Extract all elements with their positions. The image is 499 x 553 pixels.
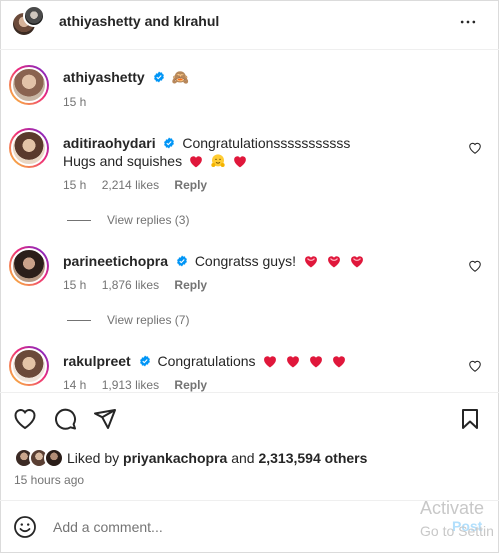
red-heart-emoji-icon: [190, 156, 202, 168]
verified-badge-icon: [176, 255, 187, 267]
activation-watermark-subtitle: Go to Settin: [420, 523, 494, 539]
liked-by-prefix: Liked by: [67, 450, 120, 466]
comment-time[interactable]: 15 h: [63, 178, 86, 192]
reply-button[interactable]: Reply: [174, 178, 207, 192]
activation-watermark-title: Activate: [420, 498, 485, 518]
share-paper-plane-icon[interactable]: [93, 407, 117, 431]
bookmark-icon[interactable]: [458, 407, 482, 431]
verified-badge-icon: [139, 355, 150, 367]
comment-row: parineetichopra Congratss guys! 15 h 1,8…: [0, 246, 499, 336]
liked-by-others[interactable]: 2,313,594 others: [258, 450, 367, 466]
reply-button[interactable]: Reply: [174, 378, 207, 392]
red-heart-emoji-icon: [333, 356, 346, 368]
comment-username[interactable]: rakulpreet: [63, 353, 131, 369]
caption-text: athiyashetty 🙈: [63, 69, 189, 86]
red-heart-emoji-icon: [233, 156, 246, 168]
comment-row: rakulpreet Congratulations 14 h 1,913 li…: [0, 346, 499, 392]
heart-with-ribbon-emoji-icon: [350, 256, 363, 268]
collab-avatar[interactable]: [11, 5, 45, 39]
liked-by-and: and: [231, 450, 255, 466]
like-heart-icon[interactable]: [13, 407, 37, 431]
header-title[interactable]: athiyashetty and klrahul: [59, 13, 219, 29]
view-replies-label: View replies (3): [107, 213, 190, 227]
like-comment-heart-icon[interactable]: [468, 359, 482, 373]
red-heart-emoji-icon: [310, 356, 323, 368]
comment-text-line2: Hugs and squishes: [63, 153, 247, 169]
comment-meta: 15 h 2,214 likes Reply: [63, 178, 219, 192]
comment-text: rakulpreet Congratulations: [63, 353, 347, 369]
avatar[interactable]: [9, 346, 49, 386]
comment-time[interactable]: 15 h: [63, 278, 86, 292]
avatar-klrahul: [23, 5, 45, 27]
post-actions: Liked by priyankachopra and 2,313,594 ot…: [0, 392, 499, 500]
post-timestamp[interactable]: 15 hours ago: [14, 473, 84, 487]
liker-avatar: [44, 448, 64, 468]
comment-body: Congratss guys!: [194, 253, 296, 269]
replies-divider: [67, 220, 91, 222]
avatar[interactable]: [9, 246, 49, 286]
replies-divider: [67, 320, 91, 322]
more-horizontal-icon[interactable]: [458, 12, 478, 32]
comment-row: aditiraohydari Congratulationsssssssssss…: [0, 128, 499, 228]
verified-badge-icon: [164, 137, 175, 149]
comment-username[interactable]: parineetichopra: [63, 253, 168, 269]
caption-row: athiyashetty 🙈 15 h: [0, 57, 499, 117]
view-replies-label: View replies (7): [107, 313, 190, 327]
like-comment-heart-icon[interactable]: [468, 259, 482, 273]
verified-badge-icon: [153, 71, 164, 83]
avatar[interactable]: [9, 65, 49, 105]
comment-likes[interactable]: 2,214 likes: [102, 178, 159, 192]
liked-by-text: Liked by priyankachopra and 2,313,594 ot…: [67, 450, 367, 466]
comment-body-2: Hugs and squishes: [63, 153, 183, 169]
comment-time[interactable]: 14 h: [63, 378, 86, 392]
comment-likes[interactable]: 1,876 likes: [102, 278, 159, 292]
comment-body: Congratulations: [157, 353, 256, 369]
comment-meta: 14 h 1,913 likes Reply: [63, 378, 219, 392]
red-heart-emoji-icon: [264, 356, 277, 368]
comment-body: Congratulationsssssssssss: [182, 135, 351, 151]
view-replies-button[interactable]: View replies (7): [67, 313, 189, 327]
caption-meta: 15 h: [63, 95, 98, 109]
comment-username[interactable]: aditiraohydari: [63, 135, 156, 151]
caption-emoji: 🙈: [171, 69, 189, 85]
red-heart-emoji-icon: [287, 356, 300, 368]
comment-text: aditiraohydari Congratulationsssssssssss: [63, 135, 350, 151]
post-header: athiyashetty and klrahul: [0, 0, 499, 50]
emoji-smile-icon[interactable]: [13, 515, 37, 539]
comment-meta: 15 h 1,876 likes Reply: [63, 278, 219, 292]
hugging-face-emoji-icon: [211, 154, 225, 167]
comment-bubble-icon[interactable]: [53, 407, 77, 431]
comment-input[interactable]: [53, 519, 353, 535]
liked-by-user[interactable]: priyankachopra: [123, 450, 227, 466]
avatar[interactable]: [9, 128, 49, 168]
heart-with-ribbon-emoji-icon: [304, 256, 317, 268]
caption-username[interactable]: athiyashetty: [63, 69, 145, 85]
comment-likes[interactable]: 1,913 likes: [102, 378, 159, 392]
view-replies-button[interactable]: View replies (3): [67, 213, 189, 227]
caption-time[interactable]: 15 h: [63, 95, 86, 109]
liked-by-avatars[interactable]: [14, 448, 66, 468]
like-comment-heart-icon[interactable]: [468, 141, 482, 155]
comment-text: parineetichopra Congratss guys!: [63, 253, 365, 269]
heart-with-ribbon-emoji-icon: [327, 256, 340, 268]
reply-button[interactable]: Reply: [174, 278, 207, 292]
